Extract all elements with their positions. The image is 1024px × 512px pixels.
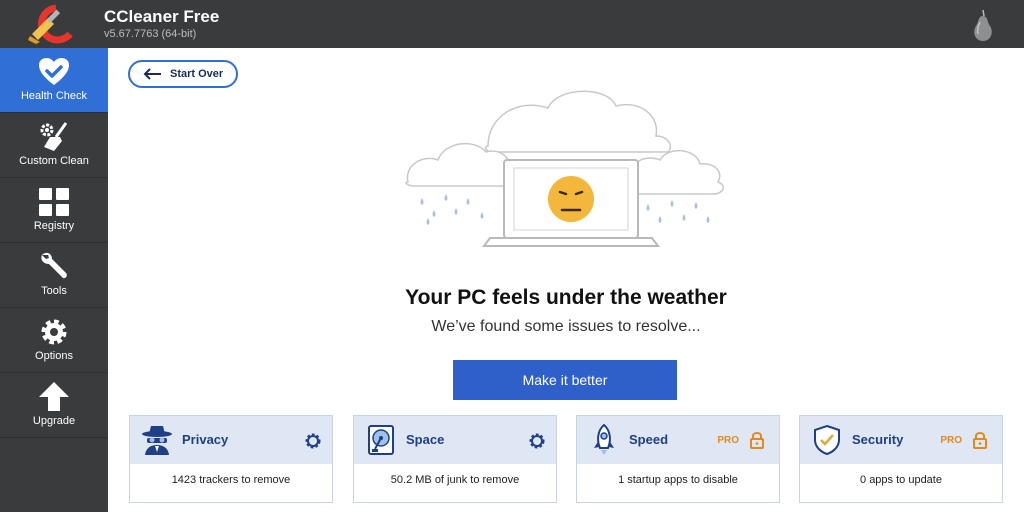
lock-icon[interactable] [749,431,765,449]
sidebar-item-options[interactable]: Options [0,308,108,373]
app-title: CCleaner Free [104,7,220,26]
pro-badge: PRO [940,435,962,446]
spy-icon [142,426,172,455]
sidebar-item-custom-clean[interactable]: Custom Clean [0,113,108,178]
card-detail: 1423 trackers to remove [171,474,291,486]
ccleaner-logo-icon [28,4,73,44]
wrench-icon [41,252,67,279]
make-it-better-button[interactable]: Make it better [453,360,677,400]
card-detail: 0 apps to update [860,474,942,486]
grid-icon [39,188,69,216]
card-detail: 50.2 MB of junk to remove [390,474,520,486]
up-arrow-icon [39,382,69,411]
rocket-icon [594,424,614,455]
start-over-label: Start Over [170,68,224,80]
sidebar-item-label: Registry [33,220,75,232]
broom-gear-icon [40,122,68,151]
card-header: Space [354,416,556,464]
heart-check-icon [39,58,69,85]
gear-icon[interactable] [304,432,322,450]
sidebar-item-health-check[interactable]: Health Check [0,48,108,113]
status-headline: Your PC feels under the weather [405,286,727,309]
sidebar-item-registry[interactable]: Registry [0,178,108,243]
disk-icon [368,425,394,455]
space-card[interactable]: Space 50.2 MB of junk to remove [353,415,557,503]
sidebar-item-label: Options [35,350,73,362]
card-title: Privacy [182,432,229,447]
card-title: Speed [629,432,669,447]
sidebar-item-label: Health Check [20,90,88,102]
sidebar-item-label: Upgrade [32,415,76,427]
card-header: Privacy [130,416,332,464]
privacy-card[interactable]: Privacy 1423 trackers to remove [129,415,333,503]
start-over-button[interactable]: Start Over [128,60,238,88]
gear-icon [41,319,67,345]
gear-icon[interactable] [528,432,546,450]
card-detail: 1 startup apps to disable [618,474,738,486]
sidebar-item-label: Tools [41,285,67,297]
card-header: Speed PRO [577,416,779,464]
health-check-panel: Start Over Your PC feels under the weath… [108,48,1024,512]
ccleaner-window: CCleaner Free v5.67.7763 (64-bit) Health… [0,0,1024,512]
sad-pc-illustration [405,90,724,247]
sidebar-item-label: Custom Clean [19,155,89,167]
app-version: v5.67.7763 (64-bit) [104,28,197,40]
back-arrow-icon [143,68,161,80]
sidebar-item-upgrade[interactable]: Upgrade [0,373,108,438]
lock-icon[interactable] [972,431,988,449]
pear-logo-icon [974,9,992,41]
pro-badge: PRO [717,435,739,446]
card-header: Security PRO [800,416,1002,464]
status-subline: We’ve found some issues to resolve... [431,318,701,335]
card-title: Space [406,432,445,447]
sidebar-item-tools[interactable]: Tools [0,243,108,308]
card-title: Security [852,432,904,447]
shield-check-icon [814,424,840,456]
sidebar: Health Check Custom Clean Registry Tools… [0,48,108,512]
security-card[interactable]: Security PRO 0 apps to update [799,415,1003,503]
speed-card[interactable]: Speed PRO 1 startup apps to disable [576,415,780,503]
title-bar: CCleaner Free v5.67.7763 (64-bit) [0,0,1024,48]
